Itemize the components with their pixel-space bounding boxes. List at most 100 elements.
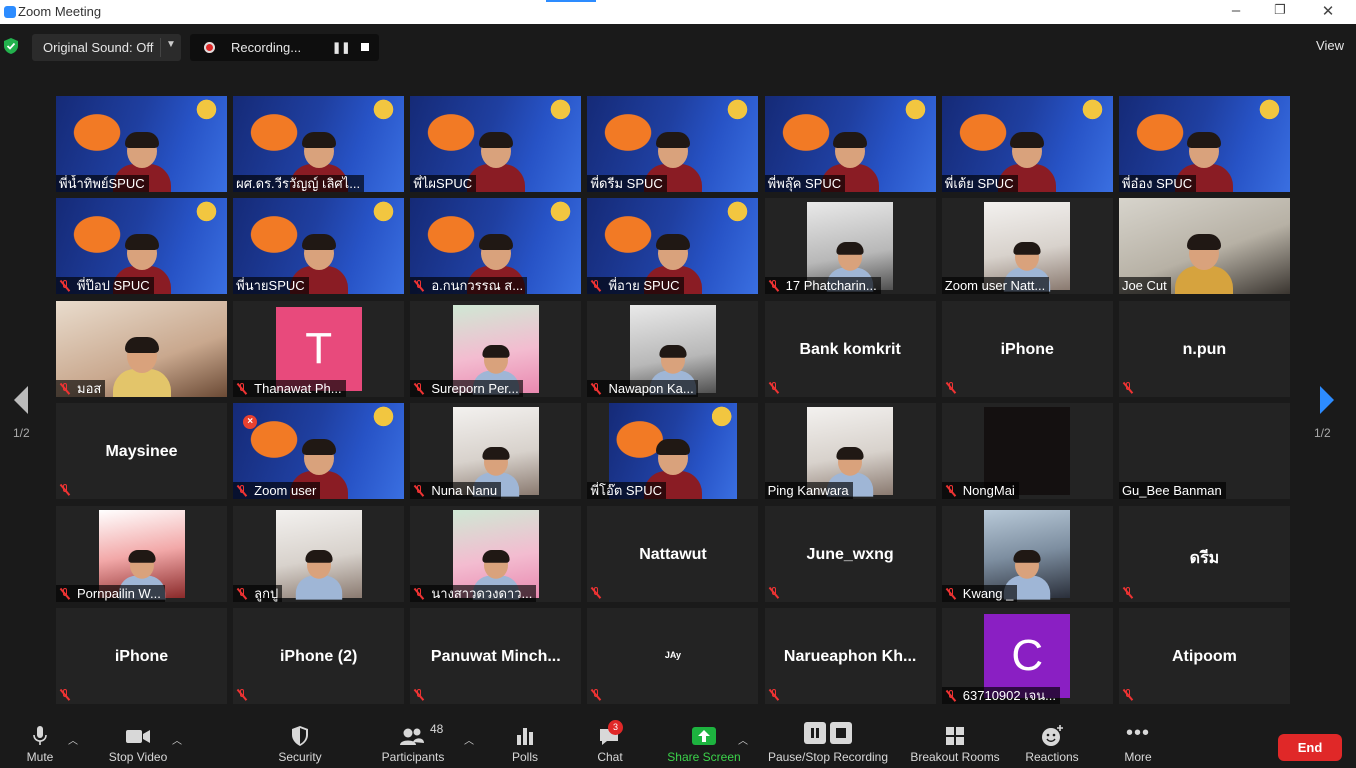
- participant-tile[interactable]: × Zoom user: [233, 403, 405, 500]
- participant-tile[interactable]: ดรีม: [1118, 505, 1290, 602]
- participant-tile[interactable]: พี่นายSPUC: [233, 198, 405, 295]
- participant-name-label: พี่น้ำทิพย์SPUC: [56, 175, 149, 192]
- video-options-chevron-icon[interactable]: ︿: [172, 732, 182, 747]
- participant-name-label: Zoom user: [233, 482, 321, 500]
- participant-profile-photo: [275, 509, 362, 600]
- original-sound-button[interactable]: Original Sound: Off ▼: [32, 34, 181, 61]
- mute-button[interactable]: Mute: [22, 724, 58, 764]
- participant-tile[interactable]: พี่โอ๊ต SPUC: [587, 403, 759, 500]
- mute-label: Mute: [26, 750, 54, 764]
- encryption-shield-icon[interactable]: [4, 38, 18, 54]
- chevron-down-icon[interactable]: ▼: [166, 39, 176, 50]
- stop-recording-icon[interactable]: [361, 43, 369, 51]
- muted-microphone-icon: [59, 280, 71, 292]
- participant-name-label: 63710902 เจน...: [941, 686, 1061, 704]
- participant-tile[interactable]: T Thanawat Ph...: [233, 300, 405, 397]
- participants-options-chevron-icon[interactable]: ︿: [464, 732, 474, 747]
- stop-video-button[interactable]: Stop Video: [104, 724, 172, 764]
- share-options-chevron-icon[interactable]: ︿: [738, 732, 748, 747]
- participant-tile[interactable]: Joe Cut: [1118, 198, 1290, 295]
- participant-name-label: Pornpailin W...: [56, 584, 165, 602]
- participant-tile[interactable]: Zoom user Natt...: [941, 198, 1113, 295]
- more-button[interactable]: ••• More: [1120, 723, 1156, 764]
- participant-tile[interactable]: Nuna Nanu: [410, 403, 582, 500]
- title-accent-line: [546, 0, 596, 2]
- end-meeting-button[interactable]: End: [1278, 734, 1342, 761]
- breakout-rooms-button[interactable]: Breakout Rooms: [906, 724, 1004, 764]
- reactions-button[interactable]: Reactions: [1022, 724, 1082, 764]
- share-screen-button[interactable]: Share Screen: [666, 724, 742, 764]
- participant-tile[interactable]: Sureporn Per...: [410, 300, 582, 397]
- participant-display-name: June_wxng: [806, 545, 894, 563]
- participant-name-text: Sureporn Per...: [431, 380, 519, 396]
- participant-name-label: พี่อาย SPUC: [587, 277, 684, 295]
- security-button[interactable]: Security: [274, 724, 326, 764]
- participant-name-label: พี่นายSPUC: [233, 277, 309, 295]
- participant-tile[interactable]: JAy: [587, 607, 759, 704]
- muted-microphone-icon: [413, 587, 425, 600]
- participant-display-name: Atipoom: [1172, 647, 1237, 665]
- pause-recording-icon[interactable]: ❚❚: [332, 41, 350, 54]
- participant-tile[interactable]: Gu_Bee Banman: [1118, 403, 1290, 500]
- participant-tile[interactable]: นางสาวดวงดาว...: [410, 505, 582, 602]
- next-page-arrow-icon[interactable]: [1316, 384, 1338, 416]
- participant-name-text: พี่พลุ๊ค SPUC: [767, 176, 842, 191]
- participant-tile[interactable]: พี่ป๊อป SPUC: [56, 198, 227, 295]
- pause-stop-recording-button[interactable]: Pause/Stop Recording: [764, 722, 892, 764]
- view-button[interactable]: View: [1316, 38, 1344, 53]
- participant-name-label: พี่อ๋อง SPUC: [1118, 175, 1197, 192]
- participant-tile[interactable]: n.pun: [1118, 300, 1290, 397]
- participant-tile[interactable]: อ.กนกวรรณ ส...: [410, 198, 582, 295]
- muted-microphone-icon: [59, 382, 71, 395]
- muted-microphone-icon: [945, 587, 957, 600]
- participant-tile[interactable]: Panuwat Minch...: [410, 607, 582, 704]
- participant-tile[interactable]: Atipoom: [1118, 607, 1290, 704]
- maximize-icon[interactable]: ❐: [1270, 2, 1290, 18]
- participant-tile[interactable]: iPhone: [56, 607, 227, 704]
- participant-tile[interactable]: พี่ดรีม SPUC: [587, 96, 759, 192]
- participant-tile[interactable]: พี่อ๋อง SPUC: [1118, 96, 1290, 192]
- participant-tile[interactable]: Kwang _: [941, 505, 1113, 602]
- previous-page-arrow-icon[interactable]: [10, 384, 32, 416]
- participant-tile[interactable]: Pornpailin W...: [56, 505, 227, 602]
- participant-tile[interactable]: ลูกปู: [233, 505, 405, 602]
- window-title-bar: Zoom Meeting – ❐ ✕: [0, 0, 1356, 24]
- polls-button[interactable]: Polls: [508, 724, 542, 764]
- participant-name-label: มอส: [56, 379, 106, 397]
- participant-tile[interactable]: พี่น้ำทิพย์SPUC: [56, 96, 227, 192]
- participant-tile[interactable]: พี่ไผSPUC: [410, 96, 582, 192]
- minimize-icon[interactable]: –: [1226, 2, 1246, 19]
- participant-tile[interactable]: พี่เต้ย SPUC: [941, 96, 1113, 192]
- participant-tile[interactable]: Nawapon Ka...: [587, 300, 759, 397]
- participant-tile[interactable]: มอส: [56, 300, 227, 397]
- participant-tile[interactable]: iPhone (2): [233, 607, 405, 704]
- participant-name-text: NongMai: [962, 483, 1015, 499]
- participant-tile[interactable]: พี่พลุ๊ค SPUC: [764, 96, 936, 192]
- close-icon[interactable]: ✕: [1318, 2, 1338, 20]
- participant-name-text: พี่อาย SPUC: [608, 278, 680, 294]
- audio-options-chevron-icon[interactable]: ︿: [68, 732, 78, 747]
- muted-microphone-icon: [768, 688, 780, 701]
- participant-tile[interactable]: Maysinee: [56, 403, 227, 500]
- stop-video-label: Stop Video: [108, 750, 168, 764]
- participant-tile[interactable]: 17 Phatcharin...: [764, 198, 936, 295]
- participant-tile[interactable]: Nattawut: [587, 505, 759, 602]
- participant-name-text: Joe Cut: [1121, 278, 1167, 294]
- participant-name-text: Thanawat Ph...: [254, 380, 342, 396]
- share-screen-arrow-icon: [692, 727, 716, 745]
- participant-tile[interactable]: Narueaphon Kh...: [764, 607, 936, 704]
- participant-tile[interactable]: ผศ.ดร.วีรวัญญ์ เลิศไ...: [233, 96, 405, 192]
- chat-button[interactable]: 3 Chat: [594, 720, 626, 764]
- participant-tile[interactable]: NongMai: [941, 403, 1113, 500]
- participant-tile[interactable]: Bank komkrit: [764, 300, 936, 397]
- participants-button[interactable]: 48 Participants: [378, 722, 448, 764]
- participants-count: 48: [430, 722, 444, 736]
- participant-name-text: 17 Phatcharin...: [785, 278, 877, 294]
- participant-tile[interactable]: Ping Kanwara: [764, 403, 936, 500]
- participant-silhouette: [112, 336, 171, 397]
- participant-tile[interactable]: พี่อาย SPUC: [587, 198, 759, 295]
- participant-tile[interactable]: iPhone: [941, 300, 1113, 397]
- video-camera-icon: [126, 730, 150, 743]
- participant-tile[interactable]: C 63710902 เจน...: [941, 607, 1113, 704]
- participant-tile[interactable]: June_wxng: [764, 505, 936, 602]
